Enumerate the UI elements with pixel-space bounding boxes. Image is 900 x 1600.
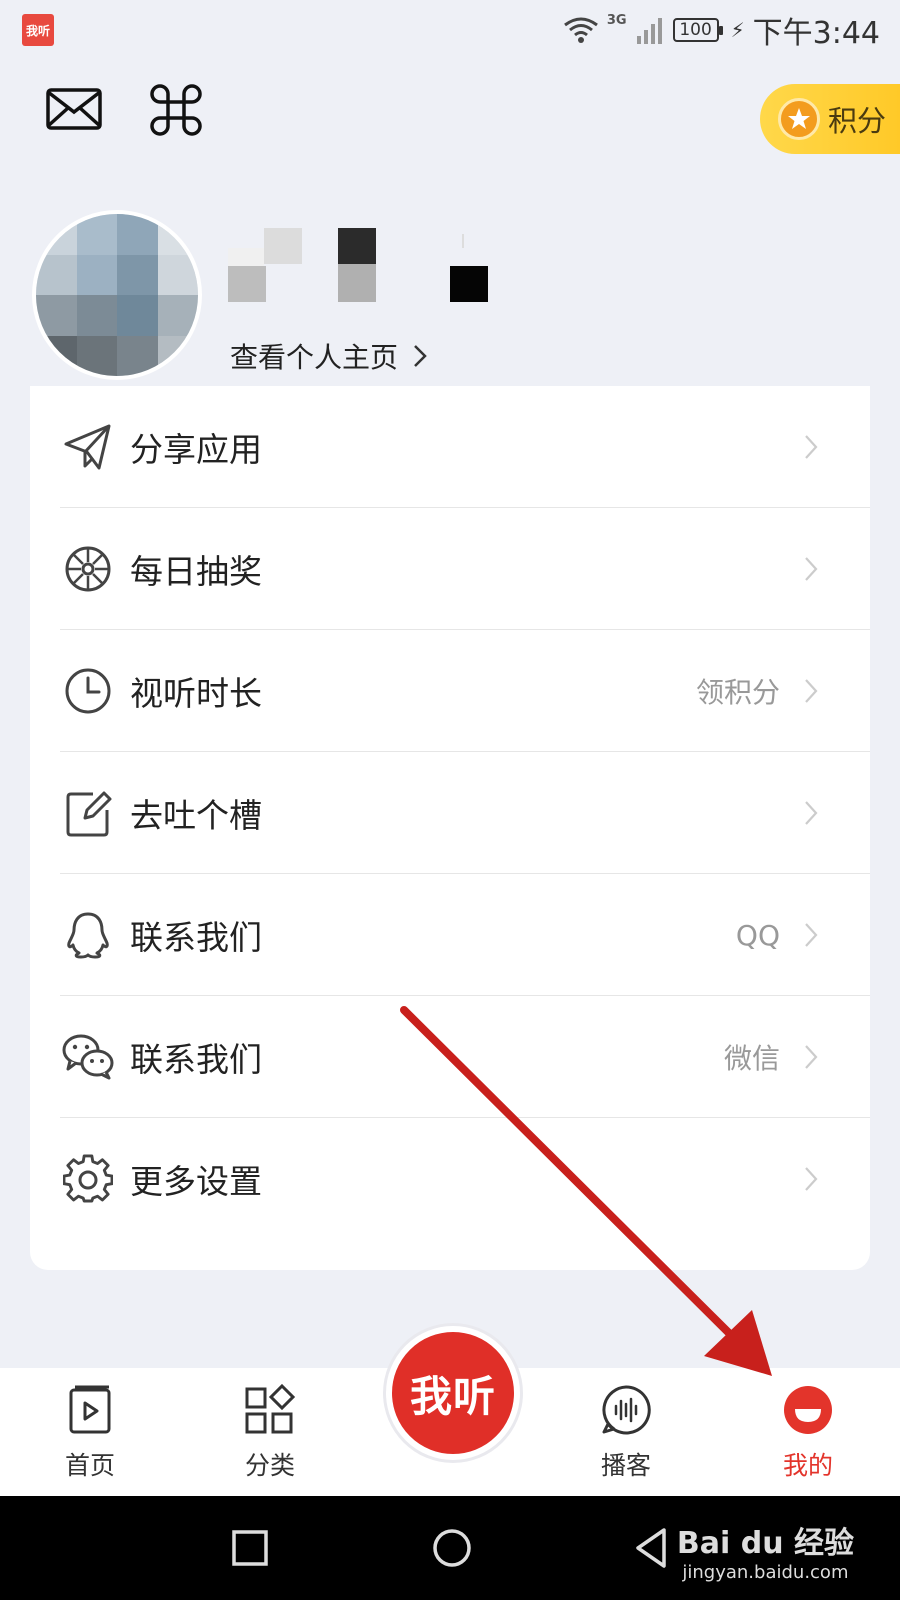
home-circle-icon[interactable] xyxy=(428,1524,476,1572)
clock-icon xyxy=(60,663,116,719)
tab-podcast[interactable]: 播客 xyxy=(576,1382,676,1492)
chevron-right-icon xyxy=(804,1044,818,1070)
charging-icon: ⚡ xyxy=(730,18,745,42)
network-type-label: 3G xyxy=(606,12,627,28)
watermark: Bai du 经验 jingyan.baidu.com xyxy=(677,1518,854,1583)
username-blurred xyxy=(228,228,488,302)
view-profile-label: 查看个人主页 xyxy=(230,341,399,374)
avatar-mosaic xyxy=(36,214,198,376)
profile-face-icon xyxy=(780,1382,836,1438)
watermark-sub: jingyan.baidu.com xyxy=(682,1562,849,1583)
menu-item-feedback[interactable]: 去吐个槽 xyxy=(30,752,870,874)
share-icon xyxy=(60,419,116,475)
chevron-right-icon xyxy=(804,800,818,826)
watermark-main: Bai du 经验 xyxy=(676,1526,854,1561)
view-profile-link[interactable]: 查看个人主页 xyxy=(230,336,428,376)
menu-item-contact-wechat[interactable]: 联系我们 微信 xyxy=(30,996,870,1118)
star-icon xyxy=(778,98,820,140)
chevron-right-icon xyxy=(804,556,818,582)
menu-item-more-settings[interactable]: 更多设置 xyxy=(30,1118,870,1240)
category-grid-icon xyxy=(242,1382,298,1438)
menu-item-extra: QQ xyxy=(735,918,780,952)
menu-item-label: 视听时长 xyxy=(130,674,262,713)
settings-icon xyxy=(60,1151,116,1207)
menu-item-label: 联系我们 xyxy=(130,918,262,957)
points-button[interactable]: 积分 xyxy=(760,84,900,154)
lottery-icon xyxy=(60,541,116,597)
tab-label: 分类 xyxy=(244,1451,295,1480)
chevron-right-icon xyxy=(804,922,818,948)
command-icon[interactable] xyxy=(146,82,206,138)
status-indicators: 3G 100 ⚡ 下午3:44 xyxy=(563,10,880,51)
back-triangle-icon[interactable] xyxy=(628,1524,676,1572)
qq-icon xyxy=(60,907,116,963)
chevron-right-icon xyxy=(804,434,818,460)
menu-item-label: 每日抽奖 xyxy=(130,552,262,591)
menu-item-contact-qq[interactable]: 联系我们 QQ xyxy=(30,874,870,996)
points-label: 积分 xyxy=(828,104,887,138)
wifi-icon xyxy=(563,17,598,43)
menu-item-label: 去吐个槽 xyxy=(130,796,262,835)
tab-category[interactable]: 分类 xyxy=(220,1382,320,1492)
tab-label: 首页 xyxy=(64,1451,115,1480)
chevron-right-icon xyxy=(804,1166,818,1192)
center-button-label: 我听 xyxy=(409,1371,496,1421)
chevron-right-icon xyxy=(414,345,427,367)
mail-icon[interactable] xyxy=(44,82,104,138)
avatar[interactable] xyxy=(32,210,202,380)
status-time: 下午3:44 xyxy=(752,16,880,51)
system-nav-bar: Bai du 经验 jingyan.baidu.com xyxy=(0,1496,900,1600)
tab-label: 我的 xyxy=(782,1451,833,1480)
menu-item-label: 更多设置 xyxy=(130,1162,262,1201)
status-bar: 我听 3G 100 ⚡ 下午3:44 xyxy=(0,0,900,64)
tab-home[interactable]: 首页 xyxy=(40,1382,140,1492)
menu-item-extra: 微信 xyxy=(723,1042,780,1075)
tab-label: 播客 xyxy=(600,1451,651,1480)
menu-item-extra: 领积分 xyxy=(695,676,780,709)
tab-mine[interactable]: 我的 xyxy=(758,1382,858,1492)
home-book-icon xyxy=(62,1382,118,1438)
signal-icon xyxy=(636,18,662,44)
menu-item-label: 分享应用 xyxy=(130,430,262,469)
chevron-right-icon xyxy=(804,678,818,704)
menu-item-label: 联系我们 xyxy=(130,1040,262,1079)
edit-icon xyxy=(60,785,116,841)
menu-item-watch-time[interactable]: 视听时长 领积分 xyxy=(30,630,870,752)
battery-indicator: 100 xyxy=(672,18,723,42)
podcast-icon xyxy=(598,1382,654,1438)
menu-item-share-app[interactable]: 分享应用 xyxy=(30,386,870,508)
menu-card: 分享应用 每日抽奖 视听时长 领积分 去吐个槽 联系我们 QQ 联系我们 微信 … xyxy=(30,386,870,1270)
wechat-icon xyxy=(60,1029,116,1085)
menu-item-daily-lottery[interactable]: 每日抽奖 xyxy=(30,508,870,630)
center-play-button[interactable]: 我听 xyxy=(386,1326,520,1460)
app-badge: 我听 xyxy=(22,14,54,46)
recent-apps-icon[interactable] xyxy=(226,1524,274,1572)
